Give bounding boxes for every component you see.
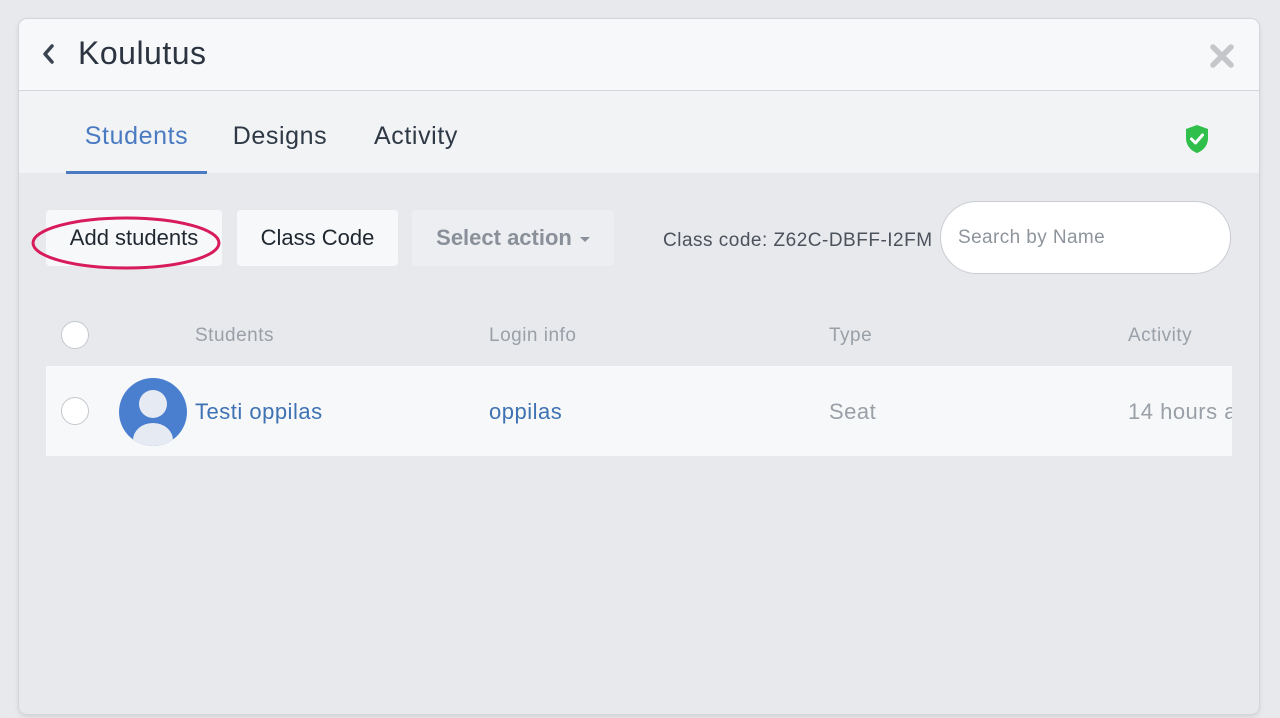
class-panel: Koulutus Students Designs Activity Add s…: [19, 19, 1259, 714]
user-avatar-icon: [119, 378, 187, 446]
type-cell: Seat: [829, 399, 877, 424]
class-code-text: Class code: Z62C-DBFF-I2FM: [663, 230, 933, 251]
search-input[interactable]: [940, 201, 1231, 274]
select-all-checkbox[interactable]: [61, 321, 89, 349]
caret-down-icon: [579, 236, 590, 242]
row-checkbox[interactable]: [61, 397, 89, 425]
close-icon[interactable]: [1209, 43, 1235, 69]
activity-cell: 14 hours a: [1128, 399, 1232, 424]
select-action-label: Select action: [436, 225, 572, 250]
tab-designs[interactable]: Designs: [221, 91, 339, 173]
table-row[interactable]: Testi oppilas oppilas Seat 14 hours a: [46, 366, 1232, 456]
shield-check-icon: [1186, 125, 1208, 153]
add-students-button[interactable]: Add students: [46, 210, 222, 266]
column-header-activity[interactable]: Activity: [1128, 324, 1192, 348]
page-title: Koulutus: [78, 35, 207, 71]
tab-bar: Students Designs Activity: [19, 91, 1259, 174]
tab-students[interactable]: Students: [66, 91, 207, 173]
column-header-type[interactable]: Type: [829, 324, 872, 348]
active-tab-indicator: [66, 171, 207, 174]
login-info-link[interactable]: oppilas: [489, 398, 562, 426]
student-name-link[interactable]: Testi oppilas: [195, 398, 323, 426]
column-header-login-info[interactable]: Login info: [489, 324, 576, 348]
chevron-left-icon[interactable]: [39, 41, 59, 67]
select-action-dropdown[interactable]: Select action: [412, 210, 614, 266]
column-header-students[interactable]: Students: [195, 324, 274, 348]
panel-header: Koulutus: [19, 19, 1259, 91]
tab-activity[interactable]: Activity: [361, 91, 471, 173]
class-code-button[interactable]: Class Code: [237, 210, 398, 266]
